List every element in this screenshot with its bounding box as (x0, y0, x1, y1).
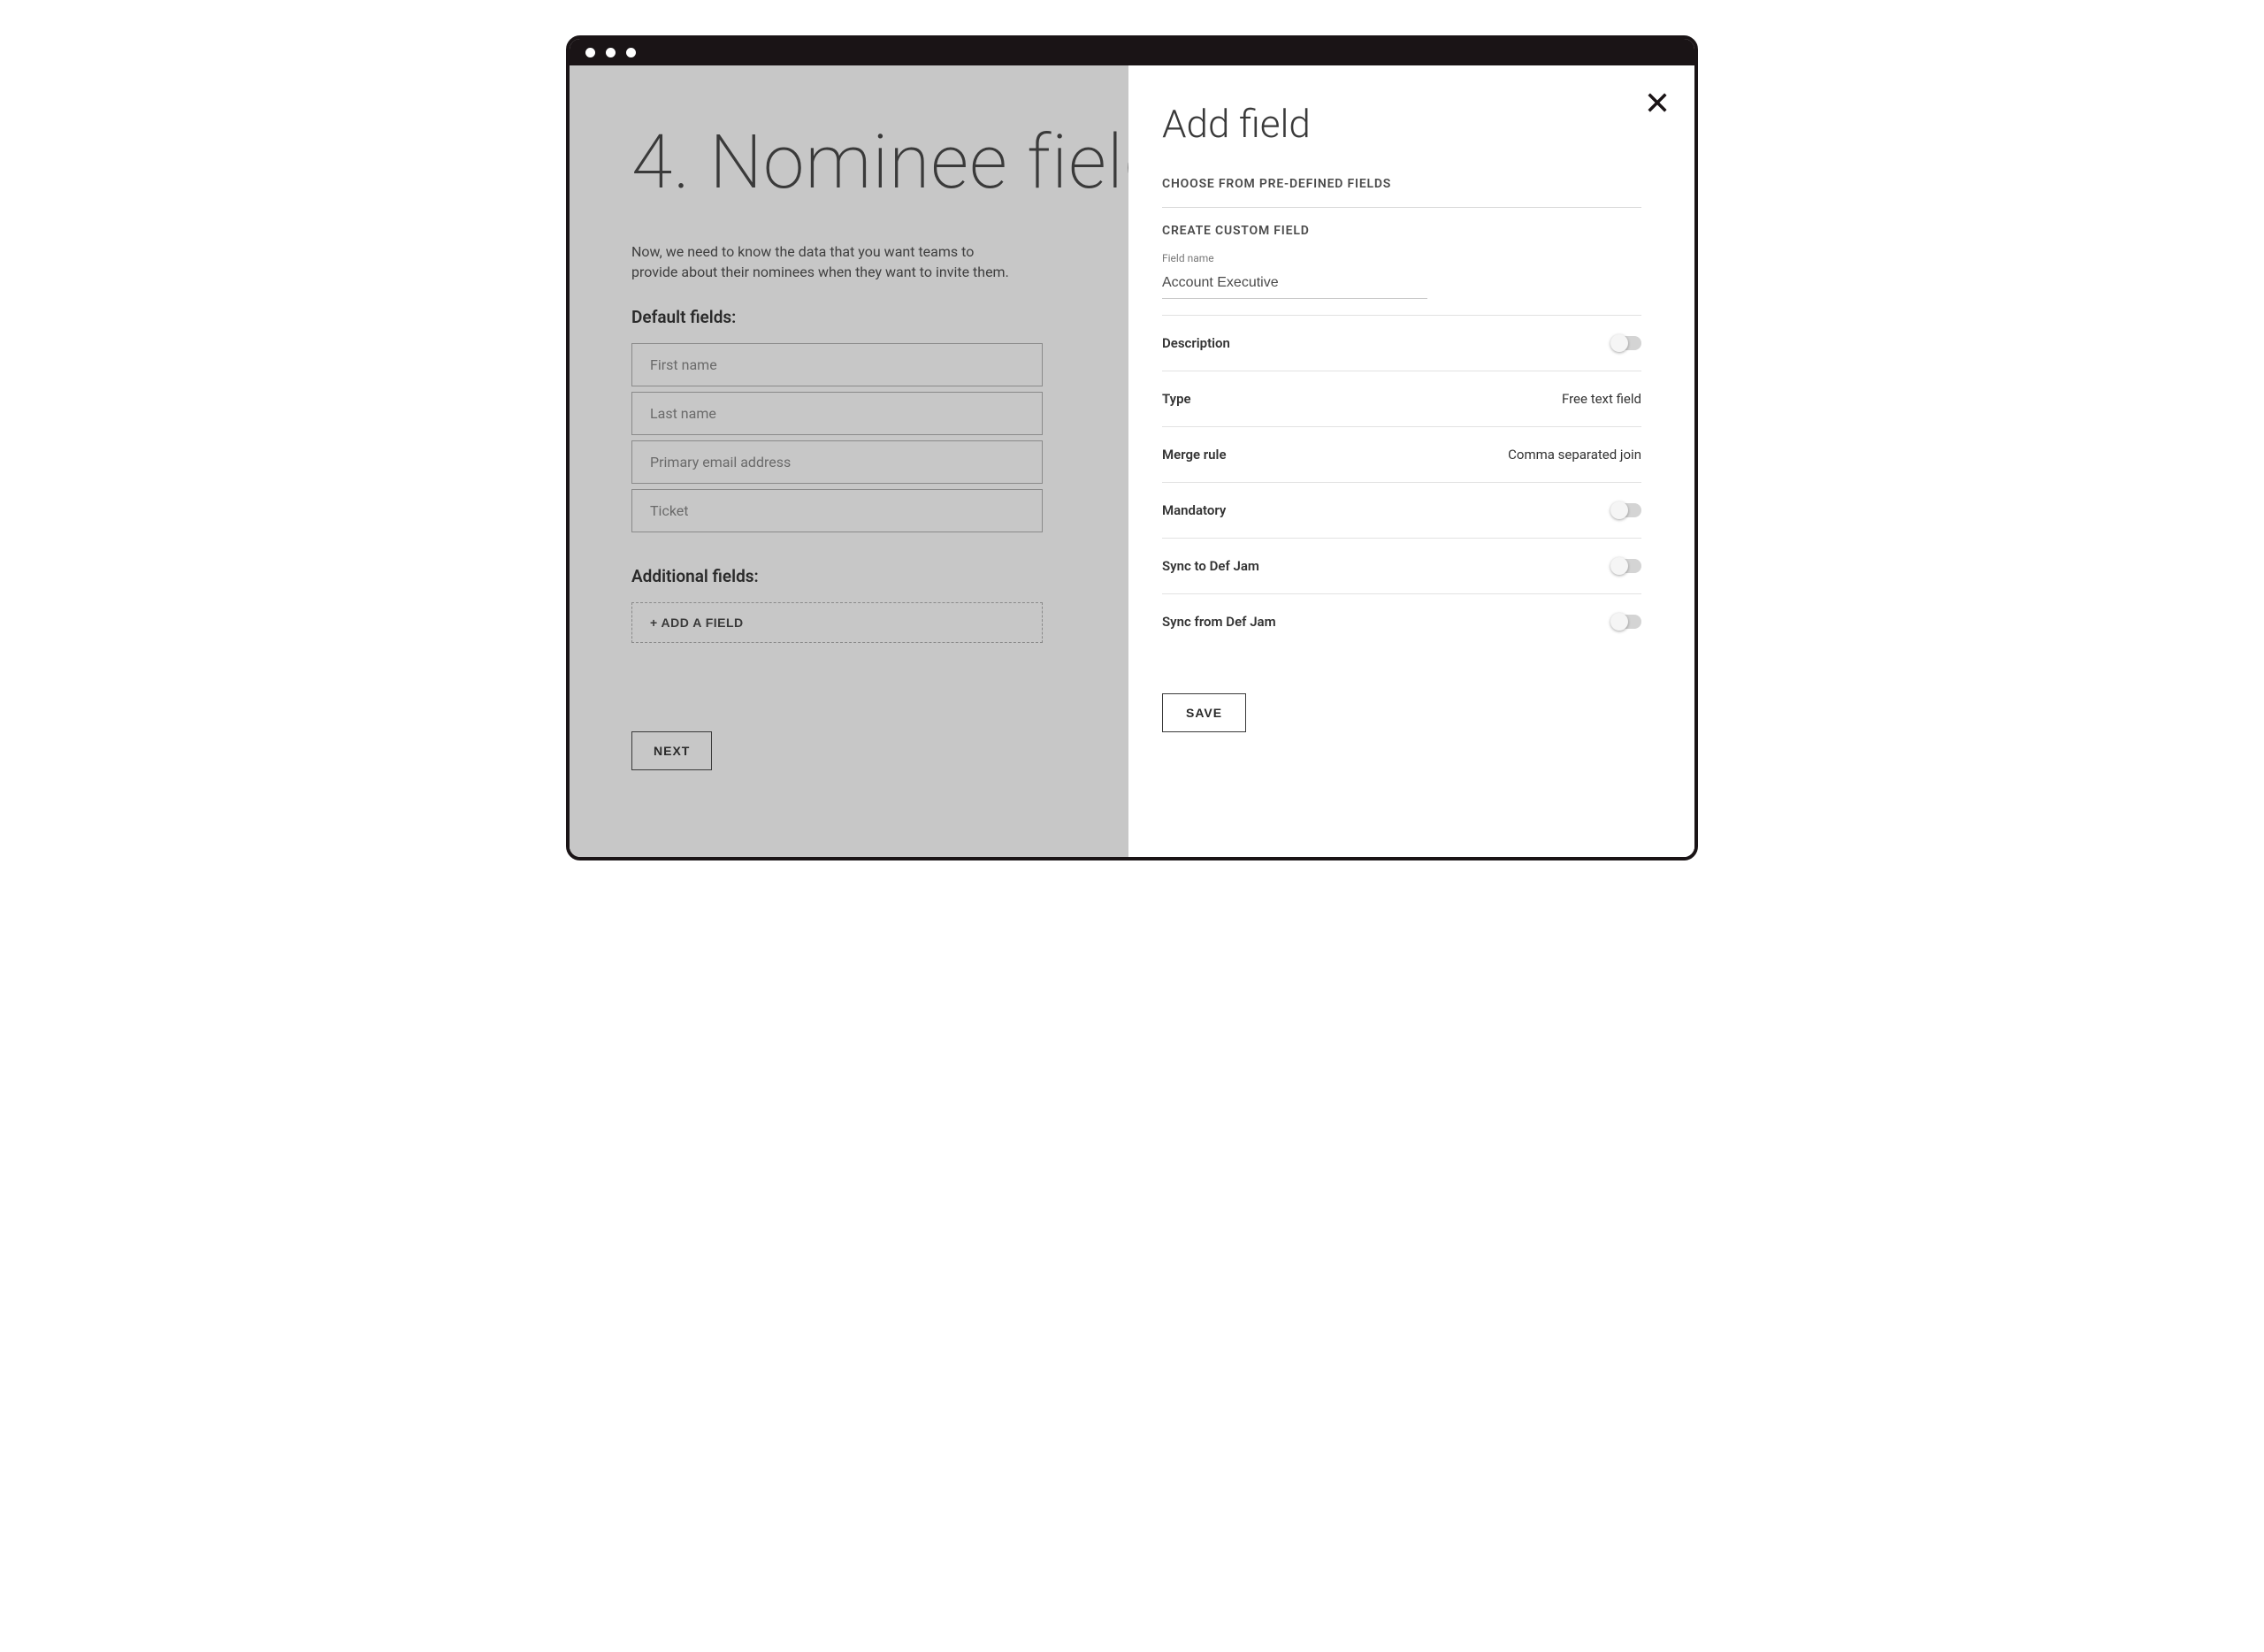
merge-rule-row[interactable]: Merge rule Comma separated join (1162, 426, 1641, 482)
close-icon[interactable] (1645, 90, 1670, 115)
sync-from-row: Sync from Def Jam (1162, 593, 1641, 649)
mandatory-toggle[interactable] (1611, 503, 1641, 517)
page-intro: Now, we need to know the data that you w… (631, 241, 1021, 282)
toggle-knob-icon (1610, 613, 1628, 631)
field-name-label: Field name (1162, 252, 1641, 264)
create-custom-field-heading: CREATE CUSTOM FIELD (1162, 208, 1641, 252)
merge-rule-label: Merge rule (1162, 447, 1227, 463)
field-ticket[interactable]: Ticket (631, 489, 1043, 532)
window-title-bar (570, 39, 1694, 65)
predefined-fields-heading[interactable]: CHOOSE FROM PRE-DEFINED FIELDS (1162, 177, 1641, 207)
add-field-panel: Add field CHOOSE FROM PRE-DEFINED FIELDS… (1128, 65, 1694, 857)
field-first-name[interactable]: First name (631, 343, 1043, 386)
sync-from-toggle[interactable] (1611, 615, 1641, 629)
sync-to-row: Sync to Def Jam (1162, 538, 1641, 593)
window-dot-icon[interactable] (585, 48, 595, 57)
type-value: Free text field (1562, 391, 1641, 407)
field-primary-email[interactable]: Primary email address (631, 440, 1043, 484)
description-toggle[interactable] (1611, 336, 1641, 350)
panel-title: Add field (1162, 101, 1641, 147)
merge-rule-value: Comma separated join (1508, 447, 1641, 463)
type-row[interactable]: Type Free text field (1162, 371, 1641, 426)
type-label: Type (1162, 391, 1191, 407)
field-last-name[interactable]: Last name (631, 392, 1043, 435)
default-fields-list: First name Last name Primary email addre… (631, 343, 1043, 532)
mandatory-label: Mandatory (1162, 502, 1226, 518)
description-row: Description (1162, 315, 1641, 371)
window-dot-icon[interactable] (626, 48, 636, 57)
sync-to-toggle[interactable] (1611, 559, 1641, 573)
add-a-field-button[interactable]: + ADD A FIELD (631, 602, 1043, 643)
content-area: 4. Nominee fields Now, we need to know t… (570, 65, 1694, 857)
toggle-knob-icon (1610, 557, 1628, 575)
save-button[interactable]: SAVE (1162, 693, 1246, 732)
toggle-knob-icon (1610, 501, 1628, 519)
sync-from-label: Sync from Def Jam (1162, 614, 1276, 630)
field-name-input[interactable] (1162, 268, 1427, 299)
mandatory-row: Mandatory (1162, 482, 1641, 538)
app-window: 4. Nominee fields Now, we need to know t… (566, 35, 1698, 860)
description-label: Description (1162, 335, 1230, 351)
sync-to-label: Sync to Def Jam (1162, 558, 1259, 574)
window-dot-icon[interactable] (606, 48, 616, 57)
next-button[interactable]: NEXT (631, 731, 712, 770)
toggle-knob-icon (1610, 334, 1628, 352)
